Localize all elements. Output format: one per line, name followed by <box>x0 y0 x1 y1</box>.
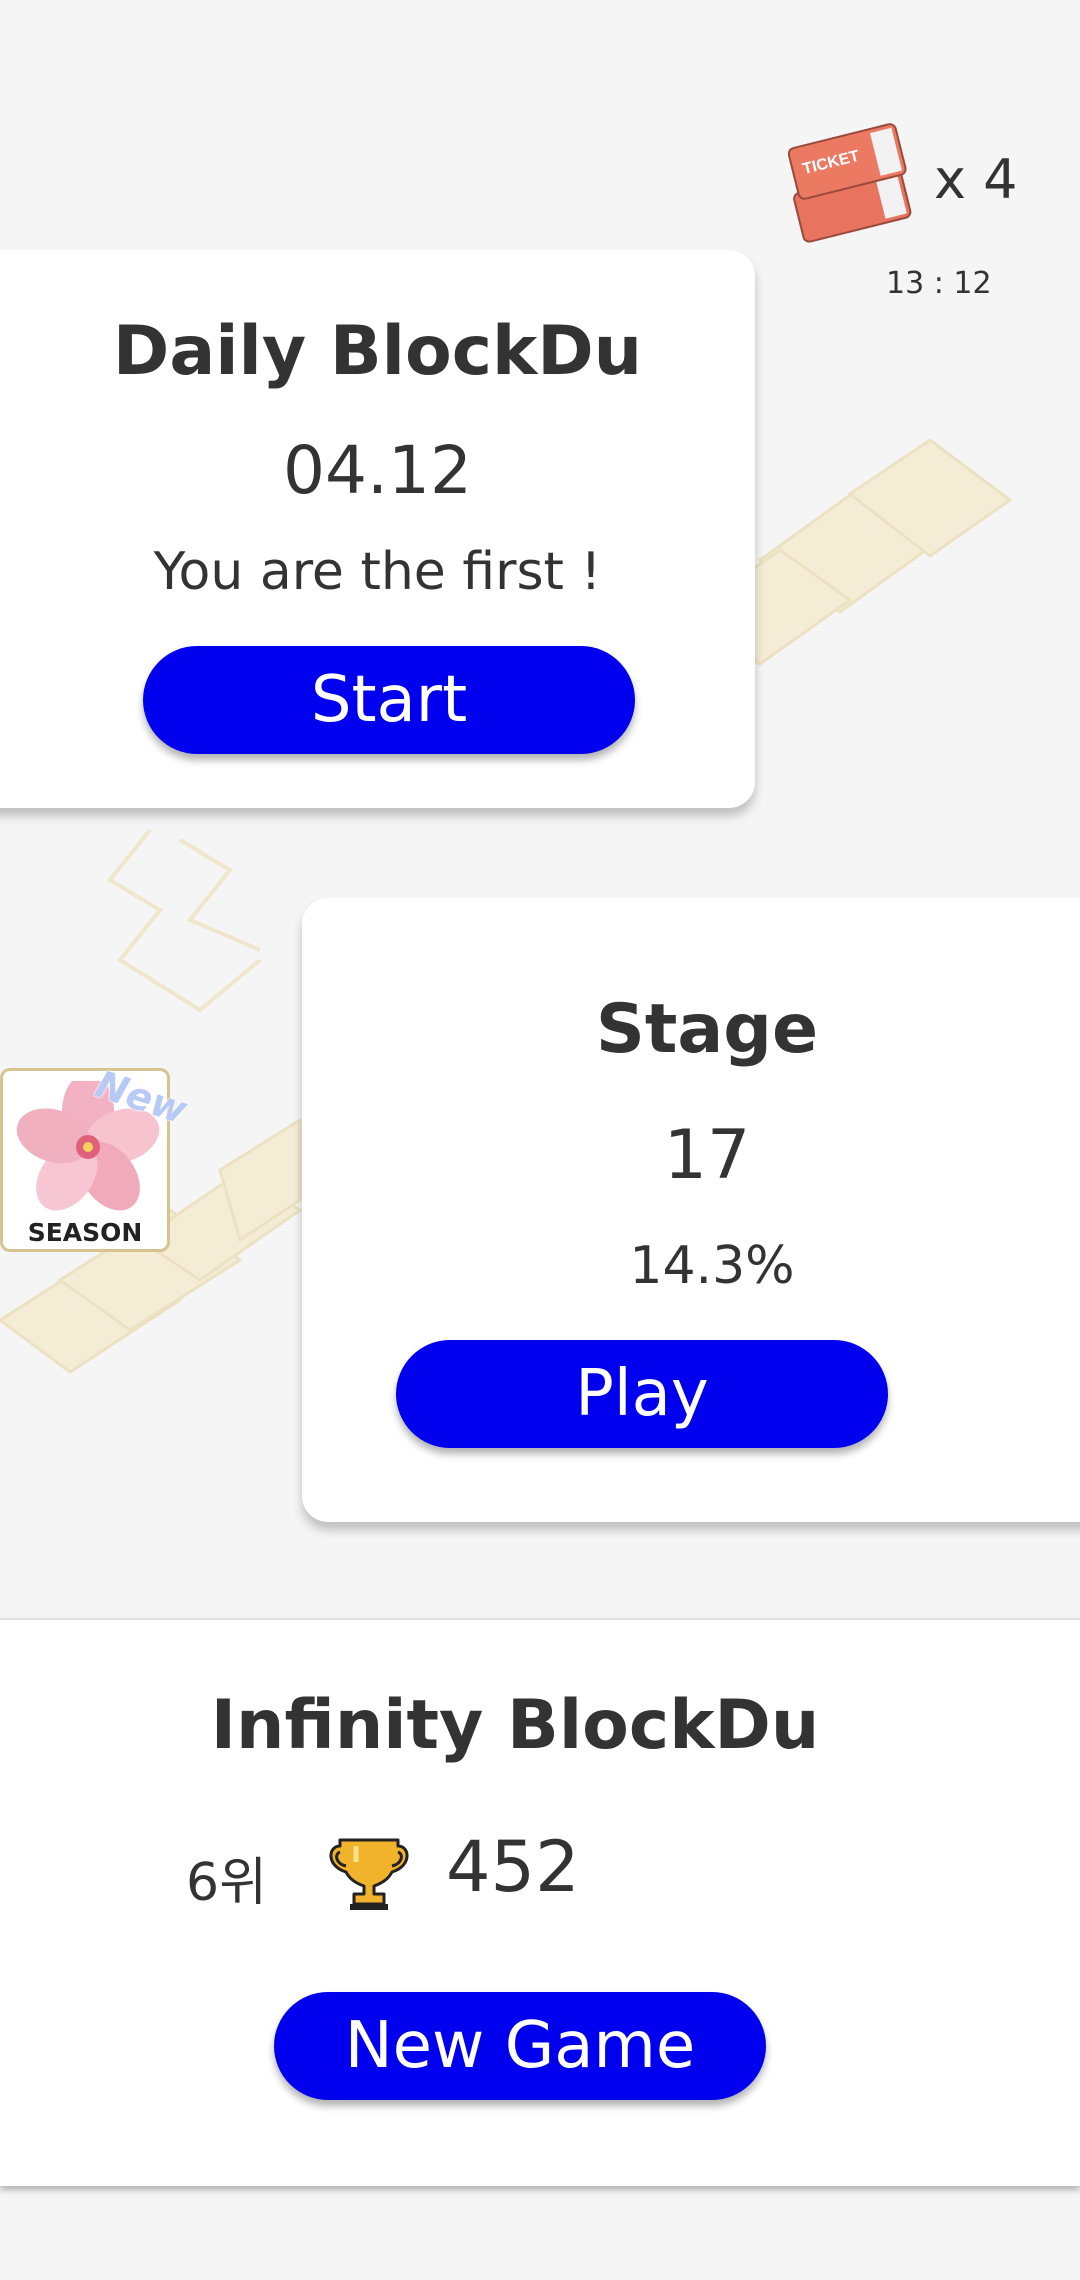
rank-label: 6위 <box>186 1853 267 1913</box>
stage-number: 17 <box>663 1116 751 1195</box>
new-game-button[interactable]: New Game <box>274 1992 766 2100</box>
season-label: SEASON <box>27 1218 143 1247</box>
ticket-icon: TICKET <box>788 123 912 243</box>
start-button[interactable]: Start <box>143 646 635 754</box>
daily-date: 04.12 <box>283 432 472 509</box>
stage-title: Stage <box>595 990 819 1069</box>
infinity-title: Infinity BlockDu <box>210 1686 820 1765</box>
infinity-blockdu-panel: Infinity BlockDu 6위 452 New Game <box>0 1618 1080 2186</box>
daily-blockdu-card: Daily BlockDu 04.12 You are the first ! … <box>0 250 755 808</box>
ticket-timer: 13 : 12 <box>886 266 992 301</box>
ticket-area[interactable]: TICKET x 4 13 : 12 <box>780 110 1040 310</box>
trophy-icon <box>329 1838 409 1910</box>
stage-progress: 14.3% <box>629 1236 795 1296</box>
play-button[interactable]: Play <box>396 1340 888 1448</box>
daily-status: You are the first ! <box>153 542 602 602</box>
daily-title: Daily BlockDu <box>112 312 643 391</box>
score: 452 <box>446 1826 580 1908</box>
ticket-count: x 4 <box>934 148 1018 211</box>
stage-card: Stage 17 14.3% Play <box>302 898 1080 1522</box>
